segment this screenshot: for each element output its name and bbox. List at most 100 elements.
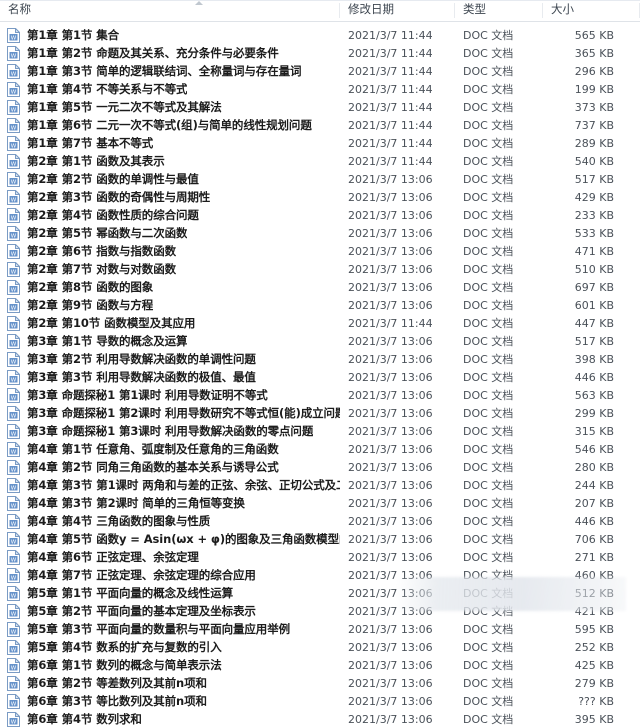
file-row[interactable]: W 第6章 第3节 等比数列及其前n项和 2021/3/7 13:06 DOC 文档… [0, 692, 640, 710]
file-row[interactable]: W 第4章 第7节 正弦定理、余弦定理的综合应用 2021/3/7 13:06 DO… [0, 566, 640, 584]
file-name-cell[interactable]: W 第2章 第5节 幂函数与二次函数 [0, 225, 340, 241]
file-date-cell: 2021/3/7 13:06 [348, 676, 433, 690]
file-name-cell[interactable]: W 第6章 第2节 等差数列及其前n项和 [0, 675, 340, 691]
file-name-cell[interactable]: W 第1章 第6节 二元一次不等式(组)与简单的线性规划问题 [0, 117, 340, 133]
file-name-cell[interactable]: W 第5章 第1节 平面向量的概念及线性运算 [0, 585, 340, 601]
file-name-cell[interactable]: W 第4章 第5节 函数y = Asin(ωx + φ)的图象及三角函数模型的简… [0, 531, 340, 547]
file-name-cell[interactable]: W 第1章 第7节 基本不等式 [0, 135, 340, 151]
file-row[interactable]: W 第5章 第3节 平面向量的数量积与平面向量应用举例 2021/3/7 13:0… [0, 620, 640, 638]
svg-text:W: W [11, 215, 17, 221]
file-name-cell[interactable]: W 第1章 第1节 集合 [0, 27, 340, 43]
file-name-cell[interactable]: W 第4章 第3节 第2课时 简单的三角恒等变换 [0, 495, 340, 511]
file-row[interactable]: W 第2章 第10节 函数模型及其应用 2021/3/7 11:44 DOC 文档 4… [0, 314, 640, 332]
file-row[interactable]: W 第4章 第4节 三角函数的图象与性质 2021/3/7 13:06 DOC 文档… [0, 512, 640, 530]
file-size-cell: 425 KB [574, 658, 614, 672]
file-name-cell[interactable]: W 第1章 第2节 命题及其关系、充分条件与必要条件 [0, 45, 340, 61]
file-name-cell[interactable]: W 第2章 第6节 指数与指数函数 [0, 243, 340, 259]
file-size-cell: 471 KB [574, 244, 614, 258]
file-row[interactable]: W 第1章 第1节 集合 2021/3/7 11:44 DOC 文档 565 KB [0, 26, 640, 44]
file-name-label: 第2章 第10节 函数模型及其应用 [27, 316, 196, 330]
file-row[interactable]: W 第4章 第3节 第2课时 简单的三角恒等变换 2021/3/7 13:06 DO… [0, 494, 640, 512]
file-type-cell: DOC 文档 [463, 551, 514, 564]
file-row[interactable]: W 第3章 命题探秘1 第2课时 利用导数研究不等式恒(能)成立问题 2021/3… [0, 404, 640, 422]
file-name-cell[interactable]: W 第3章 第1节 导数的概念及运算 [0, 333, 340, 349]
file-name-cell[interactable]: W 第6章 第3节 等比数列及其前n项和 [0, 693, 340, 709]
file-row[interactable]: W 第4章 第5节 函数y = Asin(ωx + φ)的图象及三角函数模型的简… [0, 530, 640, 548]
file-row[interactable]: W 第3章 第3节 利用导数解决函数的极值、最值 2021/3/7 13:06 DO… [0, 368, 640, 386]
file-row[interactable]: W 第2章 第5节 幂函数与二次函数 2021/3/7 13:06 DOC 文档 53… [0, 224, 640, 242]
file-row[interactable]: W 第4章 第1节 任意角、弧度制及任意角的三角函数 2021/3/7 13:06… [0, 440, 640, 458]
file-row[interactable]: W 第2章 第6节 指数与指数函数 2021/3/7 13:06 DOC 文档 471… [0, 242, 640, 260]
file-name-cell[interactable]: W 第4章 第7节 正弦定理、余弦定理的综合应用 [0, 567, 340, 583]
file-row[interactable]: W 第5章 第1节 平面向量的概念及线性运算 2021/3/7 13:06 DOC … [0, 584, 640, 602]
file-row[interactable]: W 第6章 第1节 数列的概念与简单表示法 2021/3/7 13:06 DOC 文… [0, 656, 640, 674]
column-header-type[interactable]: 类型 [455, 0, 543, 21]
file-row[interactable]: W 第2章 第1节 函数及其表示 2021/3/7 11:44 DOC 文档 540 … [0, 152, 640, 170]
file-row[interactable]: W 第1章 第5节 一元二次不等式及其解法 2021/3/7 11:44 DOC 文… [0, 98, 640, 116]
doc-file-icon: W [7, 675, 20, 691]
file-date-cell: 2021/3/7 13:06 [348, 352, 433, 366]
file-name-cell[interactable]: W 第4章 第4节 三角函数的图象与性质 [0, 513, 340, 529]
file-name-label: 第4章 第4节 三角函数的图象与性质 [27, 514, 211, 528]
file-row[interactable]: W 第2章 第7节 对数与对数函数 2021/3/7 13:06 DOC 文档 510… [0, 260, 640, 278]
file-name-cell[interactable]: W 第3章 命题探秘1 第3课时 利用导数解决函数的零点问题 [0, 423, 340, 439]
doc-file-icon: W [7, 639, 20, 655]
file-name-cell[interactable]: W 第2章 第7节 对数与对数函数 [0, 261, 340, 277]
file-name-cell[interactable]: W 第6章 第4节 数列求和 [0, 711, 340, 727]
file-row[interactable]: W 第1章 第4节 不等关系与不等式 2021/3/7 11:44 DOC 文档 19… [0, 80, 640, 98]
column-header-date[interactable]: 修改日期 [340, 0, 455, 21]
column-header-name[interactable]: 名称 [0, 0, 340, 21]
file-row[interactable]: W 第4章 第2节 同角三角函数的基本关系与诱导公式 2021/3/7 13:06… [0, 458, 640, 476]
file-name-cell[interactable]: W 第1章 第5节 一元二次不等式及其解法 [0, 99, 340, 115]
file-name-cell[interactable]: W 第3章 命题探秘1 第1课时 利用导数证明不等式 [0, 387, 340, 403]
file-name-label: 第2章 第3节 函数的奇偶性与周期性 [27, 190, 211, 204]
file-name-cell[interactable]: W 第5章 第4节 数系的扩充与复数的引入 [0, 639, 340, 655]
svg-text:W: W [11, 197, 17, 203]
file-row[interactable]: W 第1章 第6节 二元一次不等式(组)与简单的线性规划问题 2021/3/7 1… [0, 116, 640, 134]
file-row[interactable]: W 第2章 第2节 函数的单调性与最值 2021/3/7 13:06 DOC 文档 5… [0, 170, 640, 188]
file-name-cell[interactable]: W 第2章 第2节 函数的单调性与最值 [0, 171, 340, 187]
column-header-size[interactable]: 大小 [543, 0, 640, 21]
file-name-cell[interactable]: W 第4章 第1节 任意角、弧度制及任意角的三角函数 [0, 441, 340, 457]
file-name-cell[interactable]: W 第2章 第3节 函数的奇偶性与周期性 [0, 189, 340, 205]
file-row[interactable]: W 第1章 第3节 简单的逻辑联结词、全称量词与存在量词 2021/3/7 11:… [0, 62, 640, 80]
file-name-cell[interactable]: W 第1章 第4节 不等关系与不等式 [0, 81, 340, 97]
file-size-cell: 510 KB [574, 262, 614, 276]
file-name-cell[interactable]: W 第2章 第1节 函数及其表示 [0, 153, 340, 169]
file-name-cell[interactable]: W 第5章 第2节 平面向量的基本定理及坐标表示 [0, 603, 340, 619]
file-date-cell: 2021/3/7 13:06 [348, 460, 433, 474]
file-type-cell: DOC 文档 [463, 263, 514, 276]
file-row[interactable]: W 第2章 第4节 函数性质的综合问题 2021/3/7 13:06 DOC 文档 2… [0, 206, 640, 224]
file-row[interactable]: W 第2章 第3节 函数的奇偶性与周期性 2021/3/7 13:06 DOC 文档… [0, 188, 640, 206]
file-row[interactable]: W 第6章 第4节 数列求和 2021/3/7 13:06 DOC 文档 395 KB [0, 710, 640, 728]
file-row[interactable]: W 第5章 第4节 数系的扩充与复数的引入 2021/3/7 13:06 DOC 文… [0, 638, 640, 656]
file-row[interactable]: W 第5章 第2节 平面向量的基本定理及坐标表示 2021/3/7 13:06 DO… [0, 602, 640, 620]
file-name-cell[interactable]: W 第2章 第8节 函数的图象 [0, 279, 340, 295]
file-name-cell[interactable]: W 第2章 第9节 函数与方程 [0, 297, 340, 313]
file-row[interactable]: W 第4章 第3节 第1课时 两角和与差的正弦、余弦、正切公式及二倍角公式 202… [0, 476, 640, 494]
file-row[interactable]: W 第2章 第9节 函数与方程 2021/3/7 13:06 DOC 文档 601 K… [0, 296, 640, 314]
file-name-cell[interactable]: W 第2章 第4节 函数性质的综合问题 [0, 207, 340, 223]
file-row[interactable]: W 第3章 命题探秘1 第3课时 利用导数解决函数的零点问题 2021/3/7 1… [0, 422, 640, 440]
file-row[interactable]: W 第1章 第2节 命题及其关系、充分条件与必要条件 2021/3/7 11:44… [0, 44, 640, 62]
file-row[interactable]: W 第2章 第8节 函数的图象 2021/3/7 13:06 DOC 文档 697 K… [0, 278, 640, 296]
file-name-cell[interactable]: W 第4章 第2节 同角三角函数的基本关系与诱导公式 [0, 459, 340, 475]
file-name-cell[interactable]: W 第5章 第3节 平面向量的数量积与平面向量应用举例 [0, 621, 340, 637]
file-name-cell[interactable]: W 第6章 第1节 数列的概念与简单表示法 [0, 657, 340, 673]
file-name-cell[interactable]: W 第4章 第6节 正弦定理、余弦定理 [0, 549, 340, 565]
file-date-cell: 2021/3/7 13:06 [348, 172, 433, 186]
file-name-cell[interactable]: W 第3章 命题探秘1 第2课时 利用导数研究不等式恒(能)成立问题 [0, 405, 340, 421]
file-name-cell[interactable]: W 第1章 第3节 简单的逻辑联结词、全称量词与存在量词 [0, 63, 340, 79]
file-row[interactable]: W 第3章 第1节 导数的概念及运算 2021/3/7 13:06 DOC 文档 51… [0, 332, 640, 350]
file-name-cell[interactable]: W 第4章 第3节 第1课时 两角和与差的正弦、余弦、正切公式及二倍角公式 [0, 477, 340, 493]
file-row[interactable]: W 第6章 第2节 等差数列及其前n项和 2021/3/7 13:06 DOC 文档… [0, 674, 640, 692]
file-row[interactable]: W 第1章 第7节 基本不等式 2021/3/7 11:44 DOC 文档 289 K… [0, 134, 640, 152]
file-name-cell[interactable]: W 第2章 第10节 函数模型及其应用 [0, 315, 340, 331]
file-name-cell[interactable]: W 第3章 第2节 利用导数解决函数的单调性问题 [0, 351, 340, 367]
file-row[interactable]: W 第4章 第6节 正弦定理、余弦定理 2021/3/7 13:06 DOC 文档 2… [0, 548, 640, 566]
file-row[interactable]: W 第3章 命题探秘1 第1课时 利用导数证明不等式 2021/3/7 13:06… [0, 386, 640, 404]
file-row[interactable]: W 第3章 第2节 利用导数解决函数的单调性问题 2021/3/7 13:06 DO… [0, 350, 640, 368]
file-type-cell: DOC 文档 [463, 245, 514, 258]
file-name-label: 第1章 第5节 一元二次不等式及其解法 [27, 100, 222, 114]
file-name-cell[interactable]: W 第3章 第3节 利用导数解决函数的极值、最值 [0, 369, 340, 385]
